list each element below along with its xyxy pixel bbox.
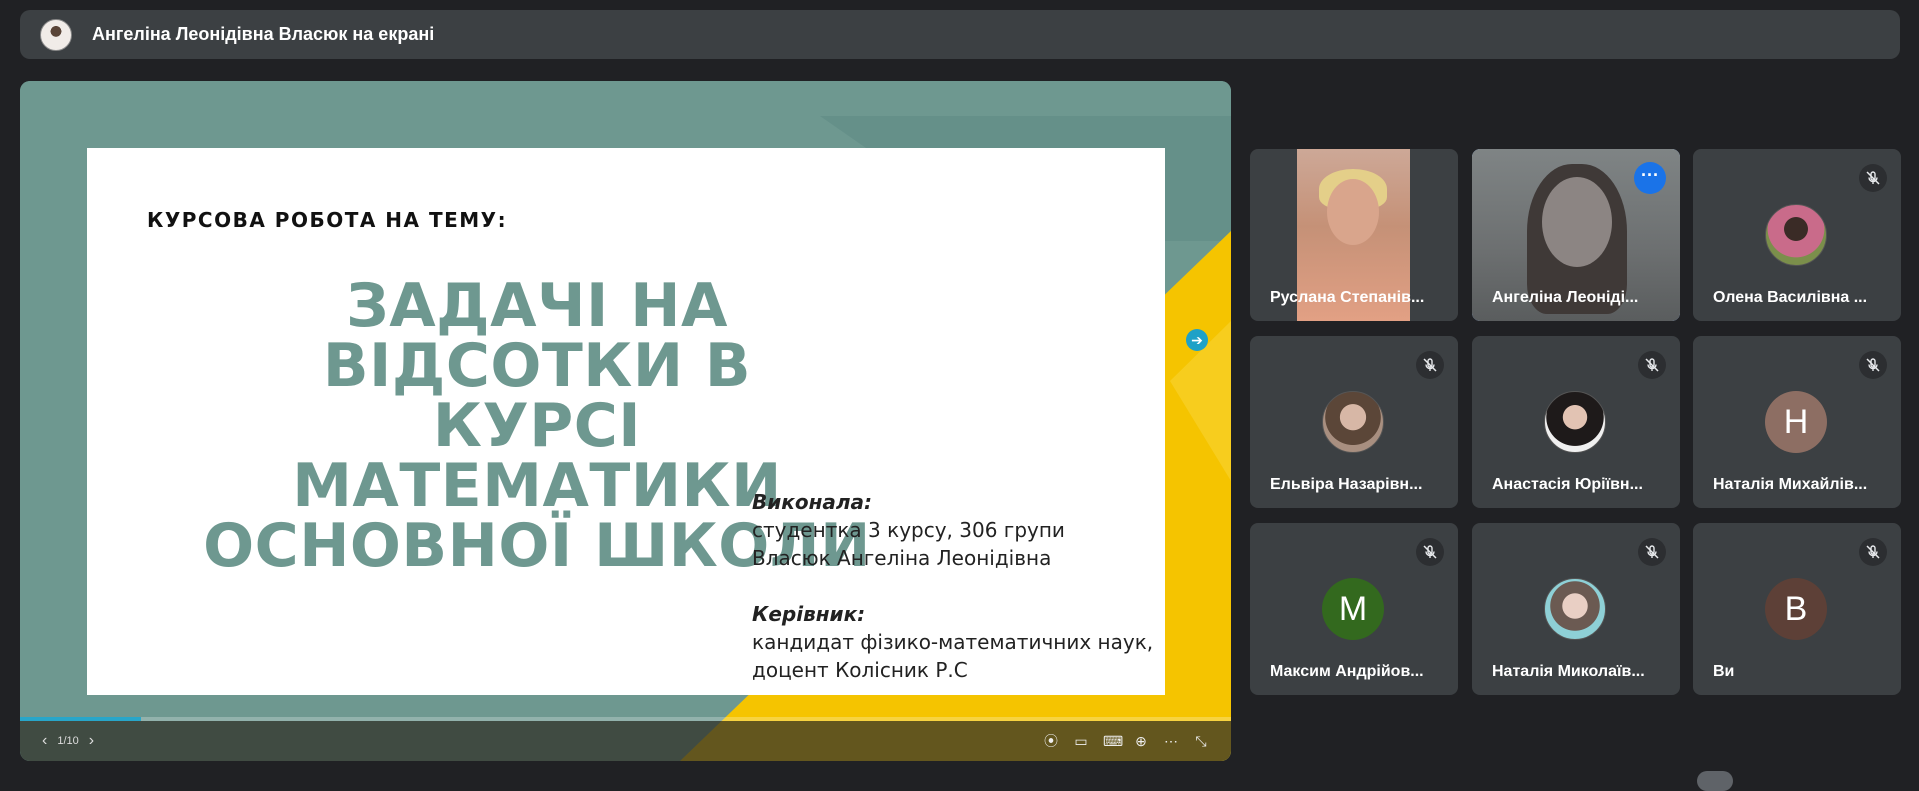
mic-off-icon [1416,538,1444,566]
participant-name: Олена Василівна ... [1713,289,1868,306]
cast-icon[interactable]: ⦿ [1043,731,1059,751]
more-options-icon[interactable]: ⋯ [1163,733,1179,750]
shared-presentation[interactable]: КУРСОВА РОБОТА НА ТЕМУ: ЗАДАЧІ НА ВІДСОТ… [20,81,1231,761]
slide-author-info: Виконала: студентка 3 курсу, 306 групи В… [752,488,1153,684]
participant-tile[interactable]: Н Наталія Михайлів... [1693,336,1901,508]
mic-off-icon [1859,351,1887,379]
mic-off-icon [1859,538,1887,566]
participant-name: Руслана Степанів... [1270,289,1425,306]
participant-tile[interactable]: Анастасія Юріївн... [1472,336,1680,508]
participant-name: Наталія Михайлів... [1713,476,1868,493]
participant-tile-active[interactable]: ··· Ангеліна Леоніді... [1472,149,1680,321]
participant-tile[interactable]: Наталія Миколаїв... [1472,523,1680,695]
participant-initial-avatar: Н [1765,391,1827,453]
slide-page-counter: 1/10 [57,735,79,747]
slide-kicker: КУРСОВА РОБОТА НА ТЕМУ: [147,208,508,232]
participant-tile[interactable]: В Ви [1693,523,1901,695]
participant-name: Максим Андрійов... [1270,663,1424,680]
presentation-controls: ‹ 1/10 › ⦿ ▭ ⌨ ⊕ ⋯ ⤡ [20,721,1231,761]
participant-name: Наталія Миколаїв... [1492,663,1645,680]
performer-label: Виконала: [752,490,873,514]
participant-photo [1544,578,1606,640]
slide-title-line: ЗАДАЧІ НА ВІДСОТКИ В [322,271,752,401]
participant-tile[interactable]: Руслана Степанів... [1250,149,1458,321]
mic-off-icon [1859,164,1887,192]
participant-overflow-badge[interactable] [1697,771,1733,791]
participant-tile[interactable]: Ельвіра Назарівн... [1250,336,1458,508]
exit-fullscreen-icon[interactable]: ⤡ [1193,733,1209,750]
presenter-banner: Ангеліна Леонідівна Власюк на екрані [20,10,1900,59]
participant-name: Ельвіра Назарівн... [1270,476,1423,493]
participant-initial-avatar: М [1322,578,1384,640]
keyboard-icon[interactable]: ⌨ [1103,733,1123,750]
supervisor-label: Керівник: [752,602,866,626]
supervisor-line: доцент Колісник Р.С [752,658,968,682]
slide-content: КУРСОВА РОБОТА НА ТЕМУ: ЗАДАЧІ НА ВІДСОТ… [87,148,1165,695]
participant-photo [1765,204,1827,266]
captions-icon[interactable]: ▭ [1073,733,1089,750]
mic-off-icon [1638,538,1666,566]
performer-line: Власюк Ангеліна Леонідівна [752,546,1052,570]
mic-off-icon [1416,351,1444,379]
presenter-avatar [40,18,72,51]
participant-photo [1544,391,1606,453]
participant-tile[interactable]: Олена Василівна ... [1693,149,1901,321]
participant-name: Анастасія Юріївн... [1492,476,1643,493]
participant-initial-avatar: В [1765,578,1827,640]
presenter-banner-text: Ангеліна Леонідівна Власюк на екрані [92,24,435,44]
prev-slide-icon[interactable]: ‹ [42,732,47,750]
performer-line: студентка 3 курсу, 306 групи [752,518,1065,542]
more-options-icon[interactable]: ··· [1634,162,1666,194]
supervisor-line: кандидат фізико-математичних наук, [752,630,1154,654]
zoom-icon[interactable]: ⊕ [1133,733,1149,750]
next-slide-icon[interactable]: › [89,732,94,750]
participant-name: Ви [1713,663,1735,680]
participant-tile[interactable]: М Максим Андрійов... [1250,523,1458,695]
participant-photo [1322,391,1384,453]
slide-next-arrow-icon[interactable]: ➔ [1186,329,1208,351]
mic-off-icon [1638,351,1666,379]
participant-name: Ангеліна Леоніді... [1492,289,1639,306]
